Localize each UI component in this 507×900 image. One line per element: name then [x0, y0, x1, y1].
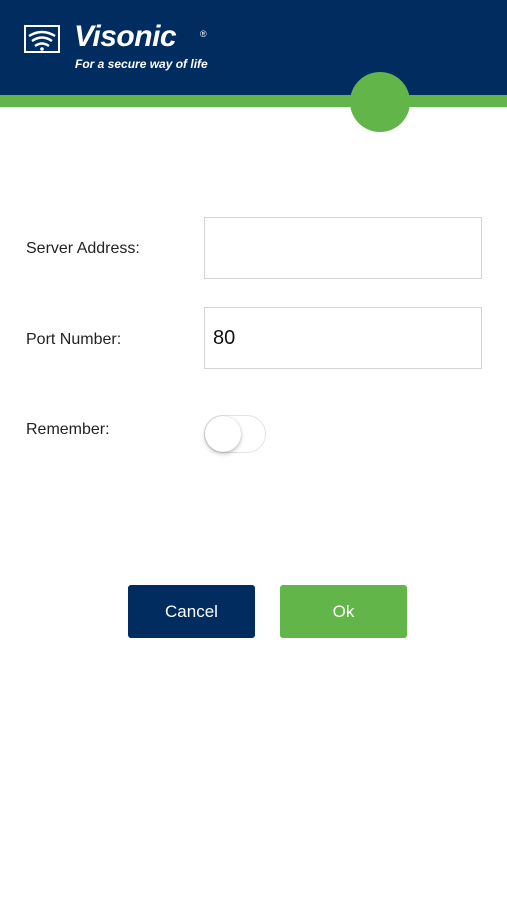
app-header: Visonic ® For a secure way of life	[0, 0, 507, 95]
server-address-label: Server Address:	[26, 240, 140, 257]
toggle-knob	[205, 416, 241, 452]
remember-label: Remember:	[26, 421, 110, 438]
header-accent-circle	[350, 72, 410, 132]
registered-mark: ®	[200, 29, 207, 39]
brand-tagline: For a secure way of life	[75, 57, 208, 71]
ok-button[interactable]: Ok	[280, 585, 407, 638]
cancel-button[interactable]: Cancel	[128, 585, 255, 638]
port-number-label: Port Number:	[26, 331, 122, 348]
server-address-input[interactable]	[204, 217, 482, 279]
remember-toggle[interactable]	[204, 415, 266, 453]
header-accent-stripe	[0, 95, 507, 107]
wifi-signal-icon	[24, 25, 60, 53]
brand-name: Visonic	[74, 20, 177, 53]
login-settings-screen: Visonic ® For a secure way of life Serve…	[0, 0, 507, 900]
port-number-input[interactable]	[204, 307, 482, 369]
